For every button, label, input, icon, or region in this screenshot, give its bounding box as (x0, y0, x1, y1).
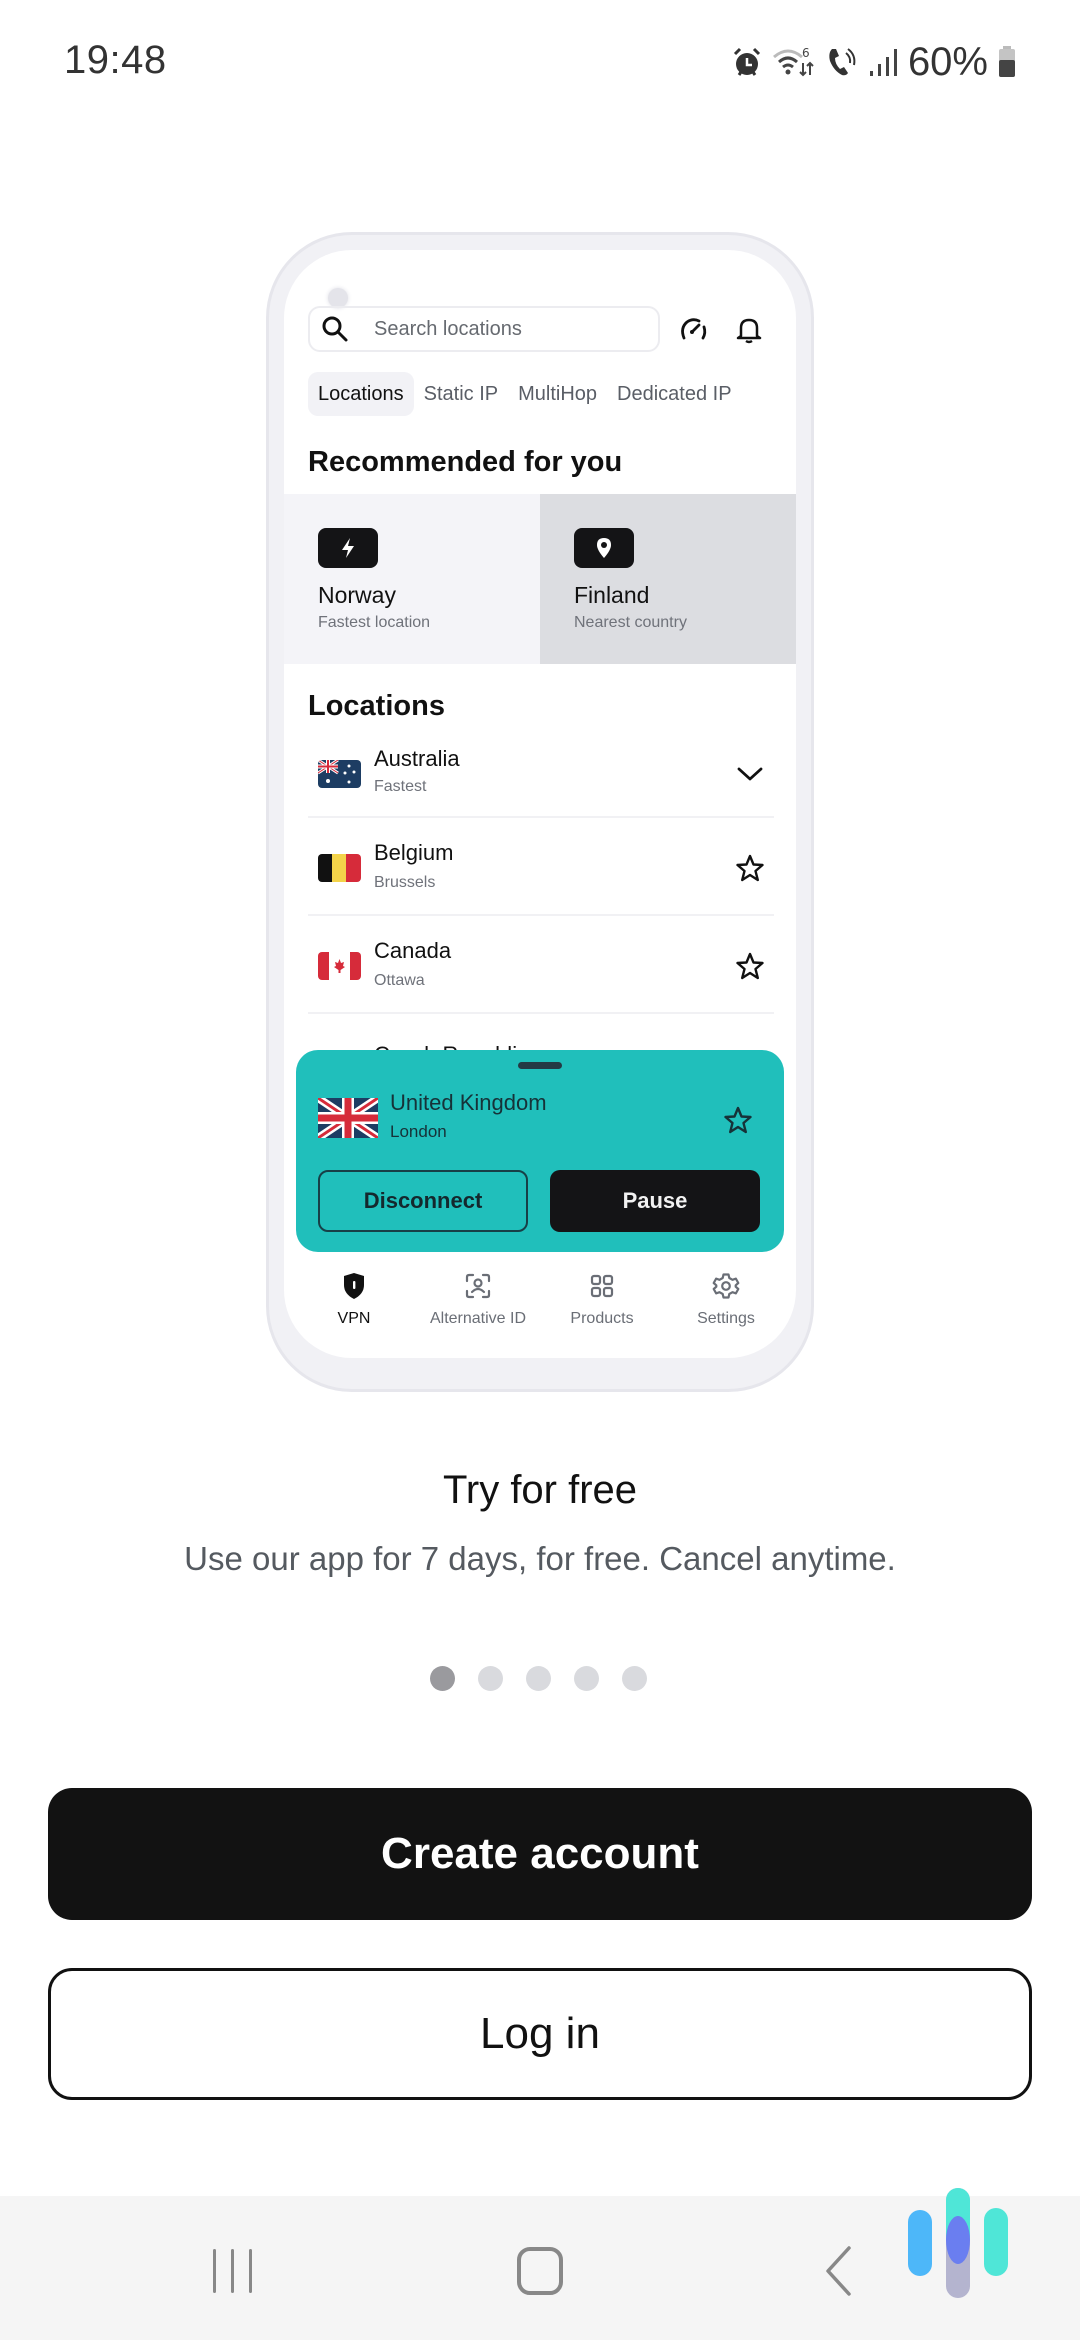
gear-icon (710, 1270, 742, 1302)
star-icon[interactable] (734, 852, 766, 884)
tab-static-ip[interactable]: Static IP (414, 372, 508, 416)
search-placeholder: Search locations (374, 317, 522, 340)
nav-item-settings[interactable]: Settings (666, 1260, 786, 1350)
wifi-calling-icon (826, 45, 858, 79)
tab-dedicated-ip[interactable]: Dedicated IP (607, 372, 742, 416)
status-time: 19:48 (64, 38, 167, 82)
list-item[interactable]: Canada Ottawa (308, 916, 774, 1014)
back-icon[interactable] (818, 2236, 858, 2306)
chevron-down-icon[interactable] (734, 758, 766, 790)
locations-title: Locations (308, 690, 445, 722)
recommended-name: Norway (318, 582, 396, 608)
camera-dot (328, 288, 348, 308)
wifi-6-icon: 6 (772, 45, 816, 79)
tab-multihop[interactable]: MultiHop (508, 372, 607, 416)
drag-handle[interactable] (518, 1062, 562, 1069)
location-pin-icon (574, 528, 634, 568)
recommended-subtitle: Nearest country (574, 614, 687, 631)
face-scan-icon (462, 1270, 494, 1302)
page-dot-1[interactable] (430, 1666, 455, 1691)
grid-icon (586, 1270, 618, 1302)
location-name: Belgium (374, 840, 454, 865)
pause-button[interactable]: Pause (550, 1170, 760, 1232)
page-indicator (430, 1666, 647, 1691)
alarm-icon (732, 46, 762, 78)
log-in-button[interactable]: Log in (48, 1968, 1032, 2100)
tab-locations[interactable]: Locations (308, 372, 414, 416)
app-bottom-nav: VPN Alternative ID Products Settings (284, 1260, 796, 1350)
location-subtitle: Brussels (374, 874, 436, 891)
shield-icon (338, 1270, 370, 1302)
nav-item-products[interactable]: Products (542, 1260, 662, 1350)
bell-icon[interactable] (732, 312, 766, 346)
connection-panel: United Kingdom London Disconnect Pause (296, 1050, 784, 1252)
flag-belgium-icon (318, 854, 361, 882)
recent-apps-icon[interactable] (205, 2236, 261, 2306)
star-icon[interactable] (734, 950, 766, 982)
list-item[interactable]: Australia Fastest (308, 738, 774, 818)
recommended-name: Finland (574, 582, 650, 608)
page-dot-5[interactable] (622, 1666, 647, 1691)
battery-percent: 60% (907, 39, 988, 84)
nav-label: Alternative ID (429, 1310, 527, 1327)
battery-icon (998, 46, 1016, 78)
page-dot-3[interactable] (526, 1666, 551, 1691)
nav-label: Settings (697, 1310, 755, 1327)
location-tabs: Locations Static IP MultiHop Dedicated I… (308, 372, 742, 416)
location-subtitle: Fastest (374, 778, 427, 795)
nav-label: VPN (337, 1310, 371, 1327)
nav-item-alternative-id[interactable]: Alternative ID (418, 1260, 538, 1350)
status-bar: 19:48 6 60% (0, 0, 1080, 125)
svg-text:6: 6 (802, 46, 810, 60)
recommended-subtitle: Fastest location (318, 614, 431, 631)
nav-label: Products (570, 1310, 634, 1327)
nav-item-vpn[interactable]: VPN (294, 1260, 414, 1350)
page-dot-4[interactable] (574, 1666, 599, 1691)
flag-united-kingdom-icon (315, 1094, 381, 1142)
signal-icon (868, 47, 898, 77)
disconnect-button[interactable]: Disconnect (318, 1170, 528, 1232)
page-dot-2[interactable] (478, 1666, 503, 1691)
flag-australia-icon (318, 760, 361, 788)
location-subtitle: Ottawa (374, 972, 425, 989)
home-icon[interactable] (510, 2236, 570, 2306)
status-icons: 6 60% (732, 40, 1016, 84)
onboarding-headline: Try for free (442, 1468, 638, 1512)
connected-city: London (390, 1122, 447, 1141)
onboarding-subline: Use our app for 7 days, for free. Cancel… (184, 1540, 896, 1577)
phone-mockup-screen: Search locations Locations Static IP Mul… (284, 250, 796, 1358)
recommended-cards: Norway Fastest location Finland Nearest … (284, 494, 796, 664)
flag-canada-icon (318, 952, 361, 980)
recommended-card-norway[interactable]: Norway Fastest location (284, 494, 540, 664)
location-name: Canada (374, 938, 452, 963)
search-icon (320, 314, 350, 344)
watermark-logo-icon (906, 2188, 1010, 2298)
create-account-button[interactable]: Create account (48, 1788, 1032, 1920)
recommended-title: Recommended for you (308, 446, 623, 478)
locations-list: Australia Fastest Belgium Brussels Canad… (308, 738, 774, 1014)
search-input[interactable]: Search locations (308, 306, 660, 352)
list-item[interactable]: Belgium Brussels (308, 818, 774, 916)
location-name: Australia (374, 746, 460, 771)
recommended-card-finland[interactable]: Finland Nearest country (540, 494, 796, 664)
connected-country: United Kingdom (390, 1090, 547, 1115)
speedometer-icon[interactable] (676, 312, 710, 346)
star-icon[interactable] (722, 1104, 754, 1136)
lightning-icon (318, 528, 378, 568)
